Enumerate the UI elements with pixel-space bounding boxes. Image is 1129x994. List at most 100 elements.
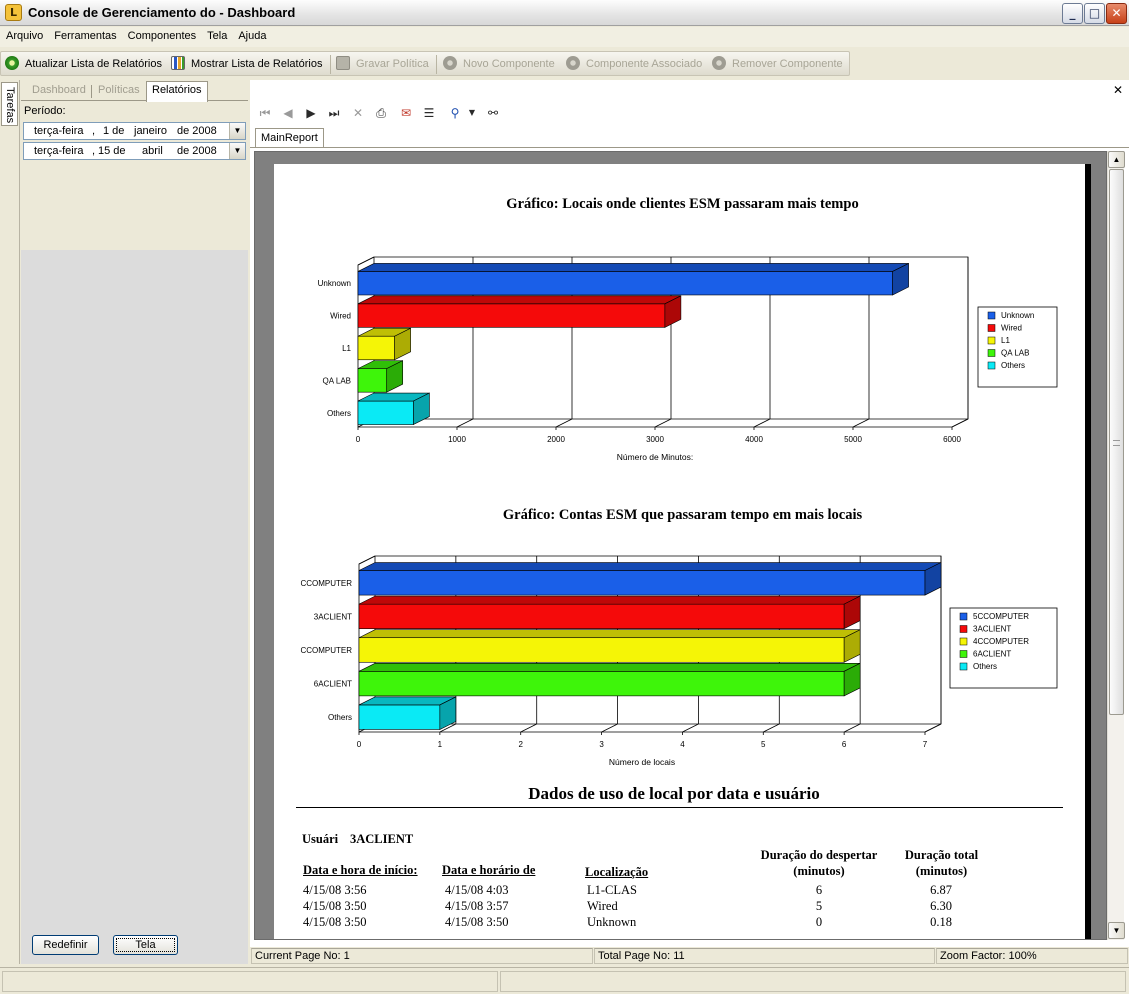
row1-total: 6.87 bbox=[930, 883, 952, 897]
new-component-label: Novo Componente bbox=[463, 58, 555, 70]
reset-button[interactable]: Redefinir bbox=[32, 935, 99, 955]
prev-page-icon[interactable]: ◀ bbox=[280, 105, 296, 121]
tarefas-tab[interactable]: Tarefas bbox=[1, 82, 18, 126]
report-page: Gráfico: Locais onde clientes ESM passar… bbox=[274, 164, 1091, 939]
refresh-reports-button[interactable]: Atualizar Lista de Relatórios bbox=[5, 56, 162, 73]
x-tick-label: 7 bbox=[923, 740, 928, 749]
scroll-up-button[interactable]: ▲ bbox=[1108, 151, 1125, 168]
date-from-picker[interactable]: terça-feira , 1 de janeiro de 2008 ▼ bbox=[23, 122, 246, 140]
legend-swatch bbox=[959, 612, 968, 621]
associated-component-button[interactable]: Componente Associado bbox=[566, 56, 702, 73]
next-page-icon[interactable]: ▶ bbox=[303, 105, 319, 121]
menu-ferramentas[interactable]: Ferramentas bbox=[48, 27, 121, 42]
x-tick-label: 4 bbox=[680, 740, 685, 749]
row2-location: Wired bbox=[587, 899, 618, 913]
bar-front bbox=[358, 671, 845, 697]
remove-component-button[interactable]: Remover Componente bbox=[712, 56, 843, 73]
associated-component-label: Componente Associado bbox=[586, 58, 703, 70]
bar-top bbox=[358, 595, 861, 605]
section-title: Dados de uso de local por data e usuário bbox=[528, 784, 820, 803]
menu-componentes[interactable]: Componentes bbox=[122, 27, 202, 42]
menu-tela[interactable]: Tela bbox=[201, 27, 232, 42]
row2-end: 4/15/08 3:57 bbox=[445, 899, 509, 913]
zoom-icon[interactable]: ⚲ bbox=[447, 105, 463, 121]
bar-front bbox=[357, 368, 388, 393]
x-tick-label: 0 bbox=[357, 740, 362, 749]
legend-label: 6ACLIENT bbox=[973, 650, 1011, 659]
print-icon[interactable]: ⎙ bbox=[373, 105, 389, 121]
first-page-icon[interactable]: ⏮ bbox=[257, 105, 273, 121]
chevron-down-icon[interactable]: ▼ bbox=[464, 105, 480, 121]
vertical-scrollbar[interactable]: ▲ ▼ bbox=[1107, 151, 1125, 940]
view-button[interactable]: Tela bbox=[113, 935, 178, 955]
date-to-picker[interactable]: terça-feira , 15 de abril de 2008 ▼ bbox=[23, 142, 246, 160]
left-panel-body bbox=[21, 250, 248, 964]
date-to-month: abril bbox=[142, 145, 163, 157]
col-total-line1: Duração total bbox=[904, 848, 979, 862]
legend-swatch bbox=[959, 637, 968, 646]
status-cell-right bbox=[500, 971, 1126, 992]
tab-dashboard[interactable]: Dashboard bbox=[27, 82, 91, 101]
group-tree-icon[interactable]: ☰ bbox=[421, 105, 437, 121]
main-toolbar: Atualizar Lista de Relatórios Mostrar Li… bbox=[0, 51, 850, 76]
gears-icon bbox=[712, 56, 726, 70]
minimize-button[interactable]: _ bbox=[1062, 3, 1083, 24]
bar bbox=[357, 295, 682, 328]
user-label: Usuári bbox=[302, 832, 339, 846]
legend-label: Others bbox=[973, 662, 997, 671]
bar-top bbox=[358, 629, 861, 639]
menu-ajuda[interactable]: Ajuda bbox=[232, 27, 271, 42]
tab-relatorios[interactable]: Relatórios bbox=[146, 81, 208, 102]
find-icon[interactable]: ⚯ bbox=[485, 105, 501, 121]
legend-label: Wired bbox=[1001, 324, 1022, 333]
tab-politicas[interactable]: Políticas bbox=[93, 82, 145, 101]
close-button[interactable]: ✕ bbox=[1106, 3, 1127, 24]
legend-swatch bbox=[987, 311, 996, 320]
last-page-icon[interactable]: ⏭ bbox=[326, 105, 342, 121]
x-tick-label: 2000 bbox=[547, 435, 565, 444]
stop-icon[interactable]: ✕ bbox=[350, 105, 366, 121]
bar-front bbox=[357, 303, 666, 328]
chart2-title: Gráfico: Contas ESM que passaram tempo e… bbox=[502, 507, 863, 523]
close-icon[interactable]: ✕ bbox=[1113, 83, 1123, 97]
bar-front bbox=[357, 400, 414, 425]
main-status-bar bbox=[0, 967, 1129, 994]
show-reports-label: Mostrar Lista de Relatórios bbox=[191, 58, 323, 70]
show-reports-button[interactable]: Mostrar Lista de Relatórios bbox=[171, 56, 322, 73]
chevron-down-icon[interactable]: ▼ bbox=[229, 123, 245, 139]
category-label: CCOMPUTER bbox=[300, 579, 352, 588]
row3-end: 4/15/08 3:50 bbox=[445, 915, 509, 929]
scroll-grip bbox=[1113, 440, 1120, 446]
date-to-day: 15 de bbox=[98, 145, 126, 157]
legend-label: L1 bbox=[1001, 336, 1010, 345]
x-tick-label: 4000 bbox=[745, 435, 763, 444]
tab-mainreport[interactable]: MainReport bbox=[255, 128, 324, 148]
new-component-button[interactable]: Novo Componente bbox=[443, 56, 555, 73]
x-tick-label: 6000 bbox=[943, 435, 961, 444]
chart2: 0 1 2 3 4 5 6 7 Número de locais CCOMPUTER 3ACLIEN… bbox=[300, 555, 1058, 767]
scroll-down-button[interactable]: ▼ bbox=[1108, 922, 1125, 939]
viewer-status-bar: Current Page No: 1 Total Page No: 11 Zoo… bbox=[250, 947, 1129, 965]
bar-top bbox=[357, 263, 909, 272]
export-icon[interactable]: ✉ bbox=[398, 105, 414, 121]
category-label: 6ACLIENT bbox=[314, 680, 352, 689]
maximize-button[interactable]: □ bbox=[1084, 3, 1105, 24]
date-to-weekday: terça-feira bbox=[34, 145, 84, 157]
left-tabs: Dashboard Políticas Relatórios bbox=[21, 80, 248, 102]
col-location: Localização bbox=[585, 865, 649, 879]
chevron-down-icon[interactable]: ▼ bbox=[229, 143, 245, 159]
legend-swatch bbox=[987, 336, 996, 345]
bar bbox=[357, 392, 430, 426]
category-label: Others bbox=[327, 409, 351, 418]
x-tick-label: 3 bbox=[599, 740, 604, 749]
current-page-status: Current Page No: 1 bbox=[251, 948, 593, 964]
toolbar-separator bbox=[330, 55, 331, 74]
bar bbox=[358, 696, 457, 730]
legend-label: QA LAB bbox=[1001, 349, 1029, 358]
menu-arquivo[interactable]: Arquivo bbox=[0, 27, 48, 42]
date-from-weekday: terça-feira bbox=[34, 125, 84, 137]
user-value: 3ACLIENT bbox=[350, 832, 414, 846]
scroll-thumb[interactable] bbox=[1109, 169, 1124, 715]
save-policy-button[interactable]: Gravar Política bbox=[336, 56, 429, 73]
row1-start: 4/15/08 3:56 bbox=[303, 883, 367, 897]
